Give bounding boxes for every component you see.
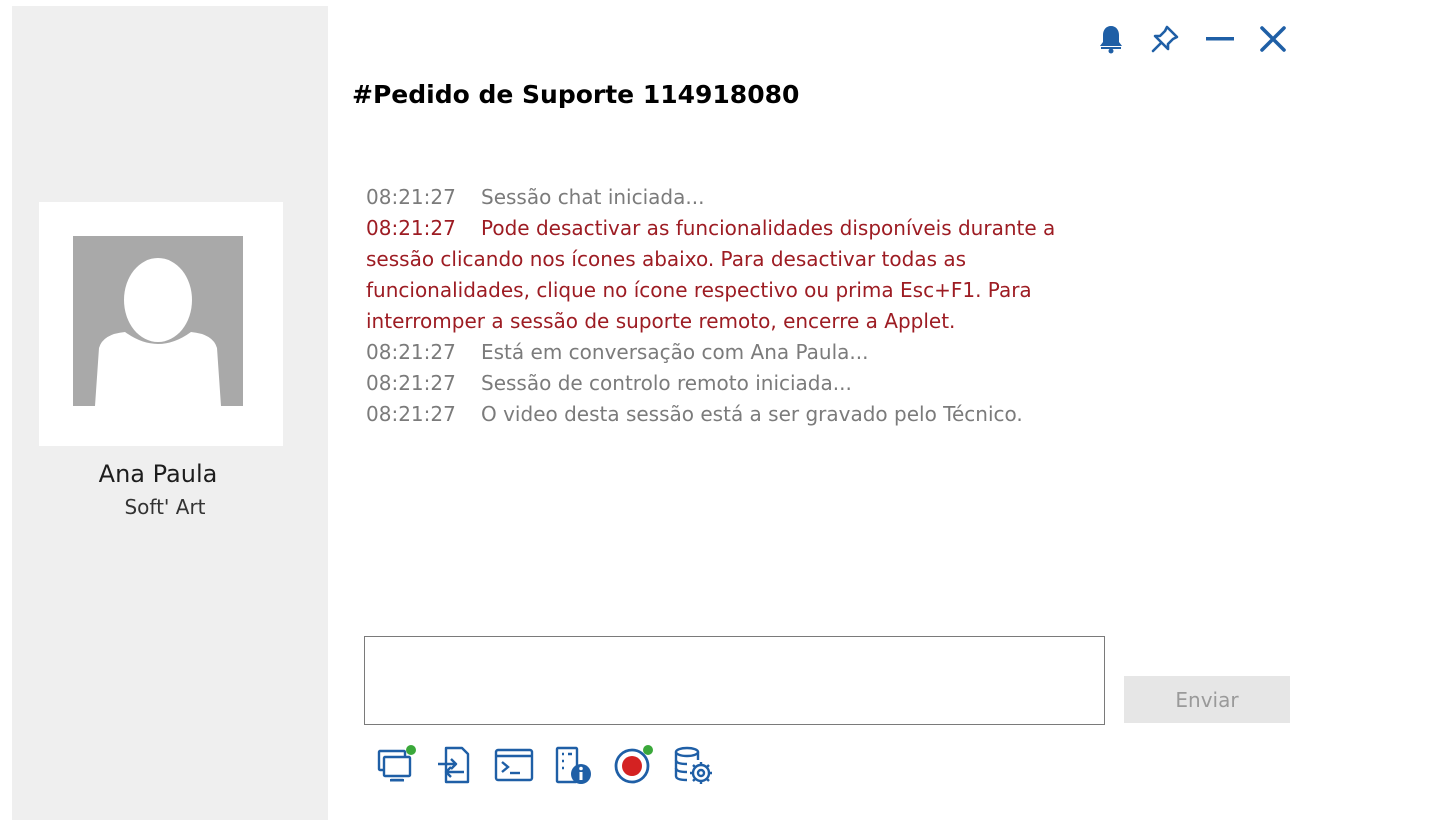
file-transfer-toggle[interactable]	[434, 744, 478, 788]
message-time: 08:21:27	[366, 216, 456, 240]
message-text: Está em conversação com Ana Paula...	[481, 340, 869, 364]
file-transfer-icon	[438, 746, 470, 784]
contact-name: Ana Paula	[98, 460, 218, 488]
message-text: O video desta sessão está a ser gravado …	[481, 402, 1023, 426]
system-info-toggle[interactable]	[552, 744, 596, 788]
message-time: 08:21:27	[366, 402, 456, 426]
chat-message: 08:21:27 Sessão de controlo remoto inicia…	[366, 368, 1106, 399]
chat-message: 08:21:27 O video desta sessão está a ser …	[366, 399, 1106, 430]
minimize-button[interactable]	[1202, 22, 1238, 56]
chat-message: 08:21:27 Sessão chat iniciada...	[366, 182, 1106, 213]
pin-button[interactable]	[1147, 22, 1183, 56]
remote-screen-toggle[interactable]	[376, 744, 420, 788]
window-title: #Pedido de Suporte 114918080	[352, 80, 800, 109]
settings-database-toggle[interactable]	[672, 744, 716, 788]
notifications-button[interactable]	[1093, 22, 1129, 56]
system-info-icon	[555, 746, 591, 784]
message-time: 08:21:27	[366, 185, 456, 209]
avatar	[39, 202, 283, 446]
message-input[interactable]	[364, 636, 1105, 725]
default-avatar-icon	[73, 236, 243, 406]
send-button[interactable]: Enviar	[1124, 676, 1290, 723]
remote-screen-icon	[377, 745, 416, 782]
close-icon	[1260, 26, 1286, 52]
terminal-icon	[494, 748, 534, 782]
chat-message: 08:21:27 Está em conversação com Ana Paul…	[366, 337, 1106, 368]
record-icon	[614, 745, 653, 784]
settings-database-icon	[674, 746, 712, 784]
record-toggle[interactable]	[612, 744, 656, 788]
message-text: Sessão chat iniciada...	[481, 185, 705, 209]
message-time: 08:21:27	[366, 371, 456, 395]
message-time: 08:21:27	[366, 340, 456, 364]
message-text: Sessão de controlo remoto iniciada...	[481, 371, 852, 395]
chat-message: 08:21:27 Pode desactivar as funcionalidad…	[366, 213, 1106, 337]
bell-icon	[1100, 26, 1122, 54]
terminal-toggle[interactable]	[492, 744, 536, 788]
contact-company: Soft' Art	[124, 495, 206, 519]
close-button[interactable]	[1255, 22, 1291, 56]
contact-sidebar: Ana Paula Soft' Art	[12, 6, 328, 820]
pin-icon	[1151, 25, 1179, 53]
chat-log: 08:21:27 Sessão chat iniciada... 08:21:27…	[366, 182, 1106, 430]
minimize-icon	[1206, 37, 1234, 41]
